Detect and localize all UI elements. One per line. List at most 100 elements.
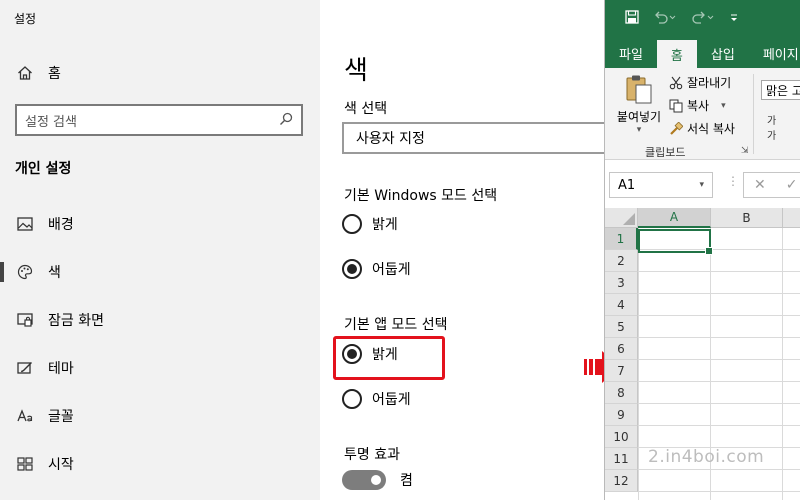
formula-separator-icon: ⋮ — [727, 174, 739, 188]
tab-page-layout[interactable]: 페이지 — [749, 38, 800, 68]
color-select-value: 사용자 지정 — [356, 131, 425, 147]
sidebar-item-label: 시작 — [48, 457, 74, 473]
sidebar-item-lock-screen[interactable]: 잠금 화면 — [0, 296, 320, 344]
confirm-entry-icon[interactable]: ✓ — [786, 177, 798, 193]
row-header[interactable]: 7 — [605, 360, 638, 382]
start-icon — [16, 455, 34, 473]
formula-buttons: ✕ ✓ — [743, 172, 800, 198]
row-header[interactable]: 12 — [605, 470, 638, 492]
copy-label: 복사 — [687, 99, 710, 113]
column-header[interactable]: A — [638, 208, 711, 228]
name-box-dropdown-icon[interactable]: ▾ — [699, 180, 704, 190]
active-cell-a1[interactable] — [638, 229, 713, 255]
colors-settings-page: 색 색 선택 사용자 지정 기본 Windows 모드 선택 밝게 어둡게 기본… — [320, 0, 612, 500]
font-style-buttons[interactable]: 가 가 — [767, 112, 800, 142]
excel-window: 파일 홈 삽입 페이지 붙여넣기 ▾ 잘라내기 복사 ▾ 서식 복사 클립보드 … — [604, 0, 800, 500]
radio-unchecked-icon[interactable] — [342, 389, 362, 409]
quick-access-dropdown-icon[interactable] — [729, 11, 739, 27]
color-select-dropdown[interactable]: 사용자 지정 — [342, 122, 612, 154]
radio-unchecked-icon[interactable] — [342, 214, 362, 234]
radio-label: 밝게 — [372, 347, 398, 363]
tab-home[interactable]: 홈 — [656, 40, 697, 68]
radio-checked-icon[interactable] — [342, 259, 362, 279]
section-title: 개인 설정 — [15, 161, 72, 177]
row-header[interactable]: 2 — [605, 250, 638, 272]
column-header[interactable] — [783, 208, 800, 228]
search-icon[interactable] — [279, 111, 293, 130]
formula-bar: A1 ▾ ⋮ ✕ ✓ — [605, 160, 800, 210]
sidebar-item-themes[interactable]: 테마 — [0, 344, 320, 392]
home-nav-item[interactable]: 홈 — [16, 63, 61, 83]
tab-file[interactable]: 파일 — [605, 38, 657, 68]
row-header[interactable]: 9 — [605, 404, 638, 426]
transparency-toggle[interactable] — [342, 470, 386, 490]
font-icon — [16, 407, 34, 425]
sidebar-item-label: 색 — [48, 265, 61, 281]
name-box-value: A1 — [618, 177, 636, 193]
sidebar-item-label: 테마 — [48, 361, 74, 377]
brush-icon — [669, 121, 683, 136]
paste-label: 붙여넣기 — [616, 110, 662, 124]
column-header[interactable]: B — [711, 208, 783, 228]
windows-mode-light-radio[interactable]: 밝게 — [342, 214, 398, 234]
lock-screen-icon — [16, 311, 34, 329]
row-header[interactable]: 4 — [605, 294, 638, 316]
ribbon-tabs: 파일 홈 삽입 페이지 — [605, 38, 800, 68]
cancel-entry-icon[interactable]: ✕ — [754, 177, 766, 193]
paste-dropdown-icon[interactable]: ▾ — [613, 125, 665, 135]
settings-search-input[interactable]: 설정 검색 — [15, 104, 303, 136]
copy-dropdown-icon[interactable]: ▾ — [721, 101, 726, 111]
transparency-toggle-row: 켬 — [342, 470, 413, 490]
sidebar-item-background[interactable]: 배경 — [0, 200, 320, 248]
home-label: 홈 — [48, 66, 61, 82]
radio-label: 밝게 — [372, 217, 398, 233]
copy-button[interactable]: 복사 ▾ — [669, 97, 726, 114]
scissors-icon — [669, 76, 683, 90]
paste-button[interactable]: 붙여넣기 ▾ — [613, 74, 665, 135]
redo-icon[interactable] — [691, 10, 715, 28]
row-header[interactable]: 1 — [605, 228, 638, 250]
clipboard-group-label: 클립보드 — [645, 146, 686, 159]
page-title: 색 — [344, 56, 368, 86]
watermark-text: 2.in4boi.com — [648, 447, 765, 467]
app-mode-dark-radio[interactable]: 어둡게 — [342, 389, 411, 409]
row-header[interactable]: 8 — [605, 382, 638, 404]
sidebar-item-colors[interactable]: 색 — [0, 248, 320, 296]
dialog-launcher-icon[interactable]: ⇲ — [741, 146, 749, 156]
undo-icon[interactable] — [653, 10, 677, 28]
row-header[interactable]: 10 — [605, 426, 638, 448]
row-header[interactable]: 5 — [605, 316, 638, 338]
tab-insert[interactable]: 삽입 — [697, 38, 749, 68]
app-mode-light-radio[interactable]: 밝게 — [342, 344, 398, 364]
radio-checked-icon[interactable] — [342, 344, 362, 364]
select-all-button[interactable] — [605, 208, 638, 228]
format-painter-label: 서식 복사 — [687, 122, 735, 136]
cut-button[interactable]: 잘라내기 — [669, 74, 731, 91]
name-box[interactable]: A1 ▾ — [609, 172, 713, 198]
windows-mode-dark-radio[interactable]: 어둡게 — [342, 259, 411, 279]
sidebar-item-start[interactable]: 시작 — [0, 440, 320, 488]
save-icon[interactable] — [625, 10, 639, 28]
row-header[interactable]: 6 — [605, 338, 638, 360]
app-title: 설정 — [14, 12, 37, 26]
home-icon — [16, 64, 34, 82]
format-painter-button[interactable]: 서식 복사 — [669, 120, 735, 137]
font-name-combobox[interactable]: 맑은 고 — [761, 80, 800, 100]
windows-mode-label: 기본 Windows 모드 선택 — [344, 188, 498, 204]
radio-label: 어둡게 — [372, 392, 411, 408]
cut-label: 잘라내기 — [687, 76, 732, 90]
excel-title-bar — [605, 0, 800, 38]
search-placeholder: 설정 검색 — [25, 114, 77, 130]
sidebar-item-fonts[interactable]: 글꼴 — [0, 392, 320, 440]
toggle-state-label: 켬 — [400, 473, 413, 489]
transparency-label: 투명 효과 — [344, 447, 400, 463]
sidebar-item-label: 잠금 화면 — [48, 313, 104, 329]
radio-label: 어둡게 — [372, 262, 411, 278]
row-header[interactable]: 11 — [605, 448, 638, 470]
copy-icon — [669, 99, 683, 113]
settings-sidebar: 설정 홈 설정 검색 개인 설정 배경 색 잠금 화면 테마 글꼴 시작 — [0, 0, 320, 500]
clipboard-icon — [625, 74, 653, 104]
ribbon-home-panel: 붙여넣기 ▾ 잘라내기 복사 ▾ 서식 복사 클립보드 ⇲ 맑은 고 가 가 — [605, 68, 800, 160]
ribbon-divider — [753, 74, 754, 154]
row-header[interactable]: 3 — [605, 272, 638, 294]
